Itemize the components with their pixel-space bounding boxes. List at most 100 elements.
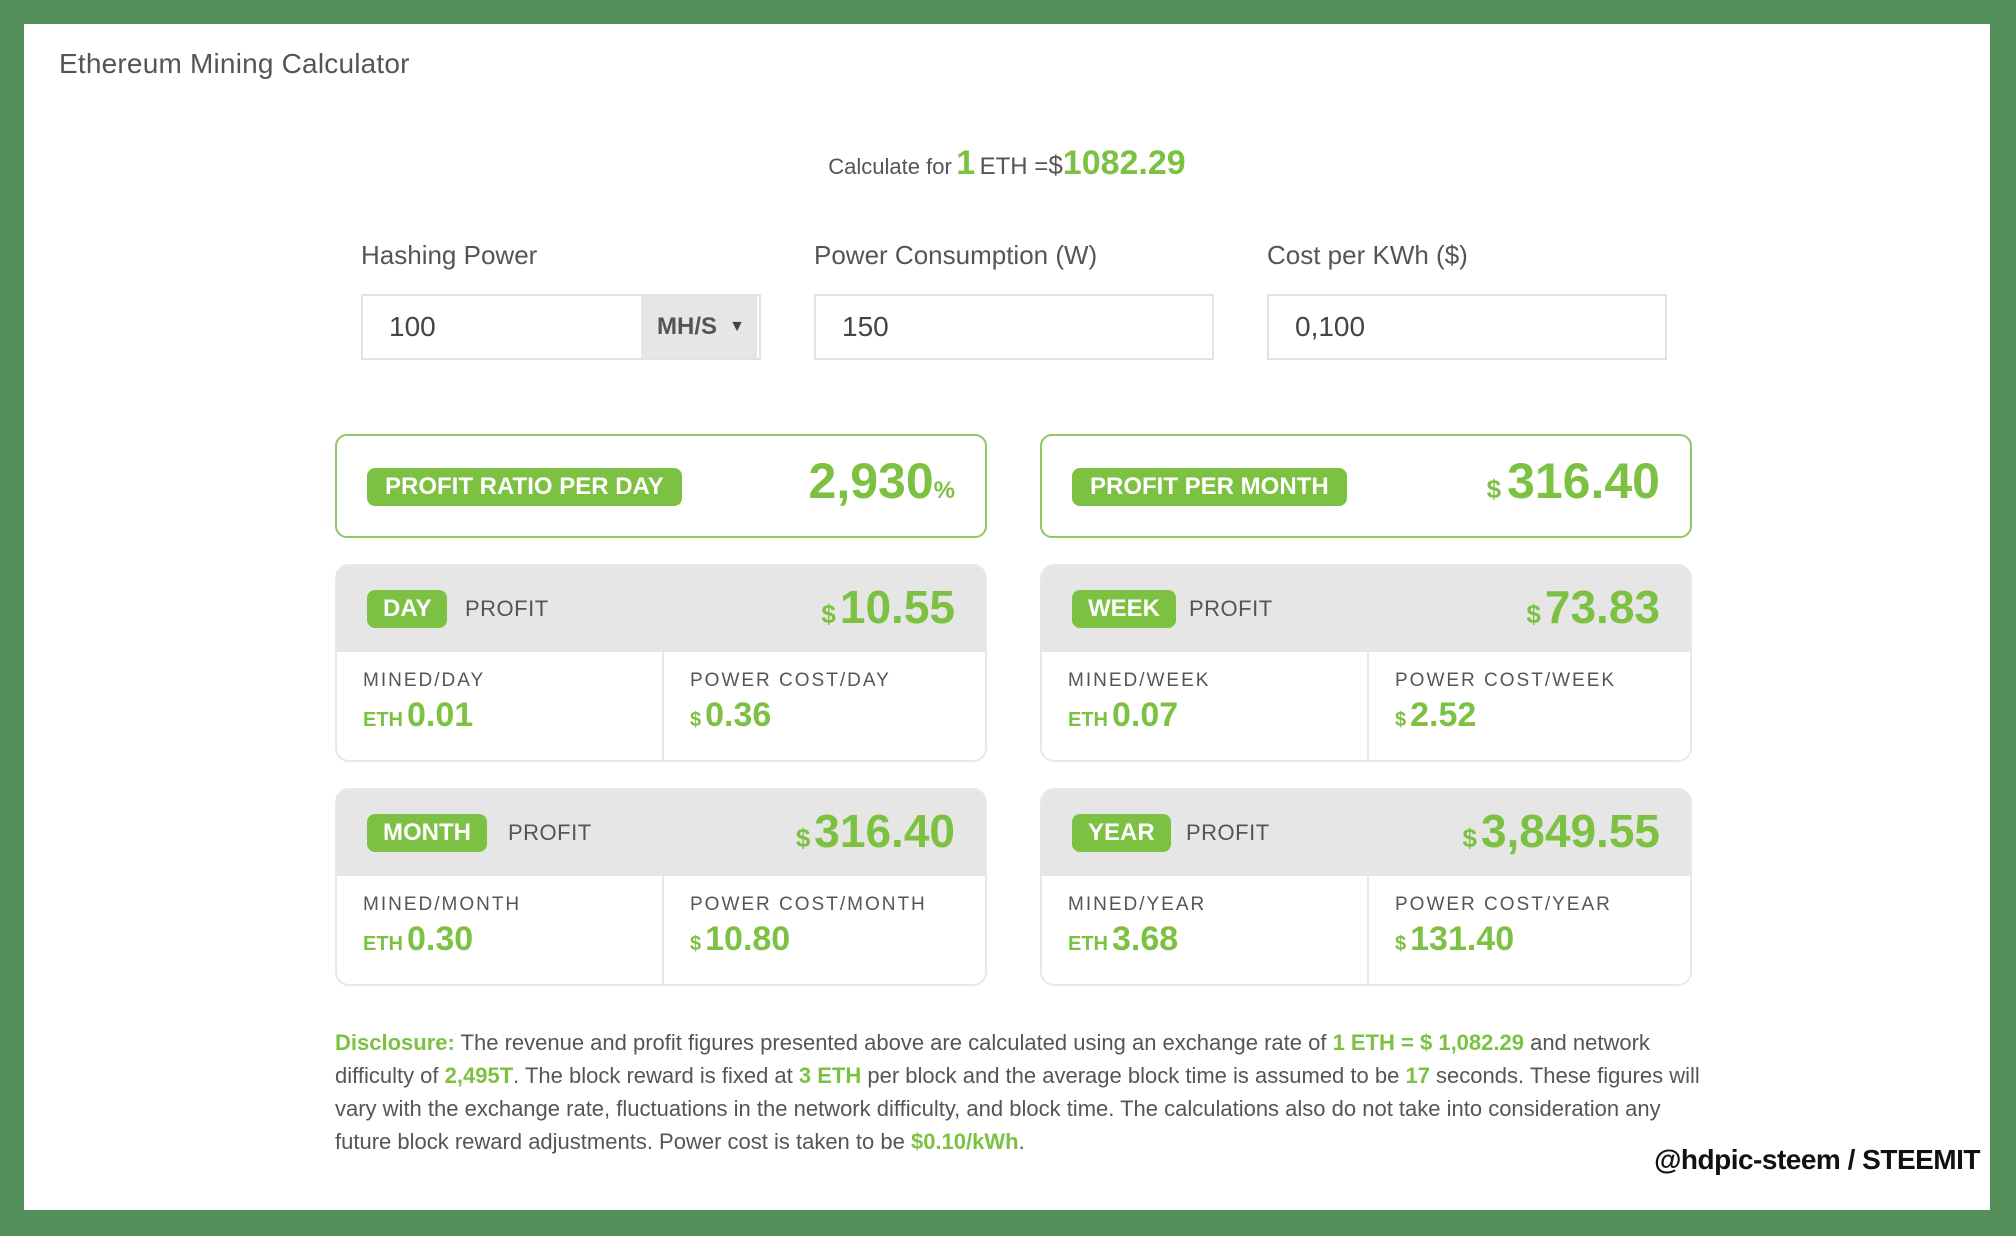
- app-title: Ethereum Mining Calculator: [59, 48, 410, 79]
- eth-unit: ETH: [363, 709, 403, 731]
- rate-coin: ETH =: [979, 153, 1049, 180]
- month-badge: MONTH: [367, 814, 487, 852]
- currency-symbol: $: [1395, 709, 1407, 731]
- week-cost-label: POWER COST/WEEK: [1395, 670, 1617, 691]
- year-cost-number: 131.40: [1410, 920, 1515, 958]
- eth-unit: ETH: [1068, 709, 1108, 731]
- disclosure-label: Disclosure:: [335, 1030, 455, 1055]
- eth-unit: ETH: [363, 933, 403, 955]
- rate-prefix: Calculate for: [828, 154, 952, 179]
- rate-currency: $: [1048, 150, 1063, 180]
- month-cost-value: $10.80: [690, 920, 790, 959]
- watermark: @hdpic-steem / STEEMIT: [1654, 1144, 1980, 1175]
- week-cost-value: $2.52: [1395, 696, 1476, 735]
- day-cost-number: 0.36: [705, 696, 772, 734]
- hashing-power-label: Hashing Power: [361, 240, 538, 270]
- cost-per-kwh-input[interactable]: 0,100: [1267, 294, 1667, 360]
- profit-month-badge: PROFIT PER MONTH: [1072, 468, 1347, 506]
- day-card-header: DAY PROFIT $10.55: [337, 566, 985, 652]
- disclosure-power-cost: $0.10/kWh: [910, 1129, 1019, 1154]
- currency-symbol: $: [821, 599, 836, 629]
- disclosure-text: Disclosure: The revenue and profit figur…: [335, 1026, 1715, 1158]
- week-profit-value: $73.83: [1526, 580, 1660, 634]
- profit-month-card: PROFIT PER MONTH $316.40: [1040, 434, 1692, 538]
- currency-symbol: $: [1526, 599, 1541, 629]
- year-mined-label: MINED/YEAR: [1068, 894, 1207, 915]
- week-mined-cell: MINED/WEEK ETH 0.07: [1042, 652, 1368, 760]
- year-cost-label: POWER COST/YEAR: [1395, 894, 1612, 915]
- week-profit-number: 73.83: [1544, 581, 1660, 633]
- year-cost-cell: POWER COST/YEAR $131.40: [1367, 876, 1690, 984]
- eth-unit: ETH: [1068, 933, 1108, 955]
- day-mined-number: 0.01: [407, 696, 474, 734]
- month-mined-label: MINED/MONTH: [363, 894, 522, 915]
- month-mined-cell: MINED/MONTH ETH 0.30: [337, 876, 663, 984]
- day-card: DAY PROFIT $10.55 MINED/DAY ETH 0.01 POWE…: [335, 564, 987, 762]
- rate-price: 1082.29: [1062, 144, 1186, 182]
- disclosure-part: per block and the average block time is …: [861, 1063, 1406, 1088]
- year-cost-value: $131.40: [1395, 920, 1514, 959]
- day-mined-value: ETH 0.01: [363, 696, 473, 735]
- month-profit-number: 316.40: [814, 805, 955, 857]
- hashing-unit-select[interactable]: MH/S ▼: [641, 296, 757, 358]
- day-badge: DAY: [367, 590, 448, 628]
- profit-ratio-card: PROFIT RATIO PER DAY 2,930%: [335, 434, 987, 538]
- week-badge: WEEK: [1072, 590, 1176, 628]
- profit-month-value: $316.40: [1487, 452, 1660, 510]
- cost-per-kwh-label: Cost per KWh ($): [1267, 240, 1468, 270]
- week-cost-cell: POWER COST/WEEK $2.52: [1367, 652, 1690, 760]
- hashing-unit-value: MH/S: [657, 313, 717, 340]
- week-mined-value: ETH 0.07: [1068, 696, 1178, 735]
- currency-symbol: $: [1486, 474, 1502, 504]
- month-card: MONTH PROFIT $316.40 MINED/MONTH ETH 0.30…: [335, 788, 987, 986]
- week-mined-number: 0.07: [1112, 696, 1179, 734]
- power-consumption-input[interactable]: 150: [814, 294, 1214, 360]
- month-cost-label: POWER COST/MONTH: [690, 894, 927, 915]
- day-profit-label: PROFIT: [465, 596, 549, 621]
- year-profit-number: 3,849.55: [1480, 805, 1660, 857]
- currency-symbol: $: [795, 823, 811, 853]
- day-cost-value: $0.36: [690, 696, 771, 735]
- exchange-rate-line: Calculate for 1 ETH =$1082.29: [24, 144, 1990, 183]
- profit-ratio-badge: PROFIT RATIO PER DAY: [367, 468, 682, 506]
- week-cost-number: 2.52: [1410, 696, 1477, 734]
- month-cost-cell: POWER COST/MONTH $10.80: [662, 876, 985, 984]
- month-mined-number: 0.30: [407, 920, 474, 958]
- disclosure-part: . The block reward is fixed at: [513, 1063, 799, 1088]
- week-card-header: WEEK PROFIT $73.83: [1042, 566, 1690, 652]
- disclosure-block-time: 17: [1405, 1063, 1430, 1088]
- year-mined-cell: MINED/YEAR ETH 3.68: [1042, 876, 1368, 984]
- day-cost-cell: POWER COST/DAY $0.36: [662, 652, 985, 760]
- profit-ratio-value: 2,930%: [809, 452, 955, 510]
- week-profit-label: PROFIT: [1189, 596, 1273, 621]
- chevron-down-icon: ▼: [729, 318, 745, 335]
- year-badge: YEAR: [1072, 814, 1171, 852]
- disclosure-exchange-rate: 1 ETH = $ 1,082.29: [1332, 1030, 1524, 1055]
- disclosure-part: .: [1018, 1129, 1025, 1154]
- year-card-header: YEAR PROFIT $3,849.55: [1042, 790, 1690, 876]
- percent-unit: %: [933, 477, 955, 504]
- year-mined-value: ETH 3.68: [1068, 920, 1178, 959]
- year-profit-label: PROFIT: [1186, 820, 1270, 845]
- month-profit-value: $316.40: [796, 804, 955, 858]
- currency-symbol: $: [1462, 823, 1477, 853]
- month-cost-number: 10.80: [705, 920, 791, 958]
- profit-month-number: 316.40: [1507, 453, 1660, 509]
- currency-symbol: $: [690, 933, 702, 955]
- currency-symbol: $: [690, 709, 702, 731]
- disclosure-block-reward: 3 ETH: [798, 1063, 862, 1088]
- power-consumption-label: Power Consumption (W): [814, 240, 1098, 270]
- week-card: WEEK PROFIT $73.83 MINED/WEEK ETH 0.07 PO…: [1040, 564, 1692, 762]
- disclosure-part: The revenue and profit figures presented…: [454, 1030, 1333, 1055]
- day-mined-label: MINED/DAY: [363, 670, 486, 691]
- year-mined-number: 3.68: [1112, 920, 1179, 958]
- year-card: YEAR PROFIT $3,849.55 MINED/YEAR ETH 3.68…: [1040, 788, 1692, 986]
- currency-symbol: $: [1395, 933, 1407, 955]
- rate-amount: 1: [956, 144, 976, 182]
- month-card-header: MONTH PROFIT $316.40: [337, 790, 985, 876]
- day-cost-label: POWER COST/DAY: [690, 670, 891, 691]
- day-mined-cell: MINED/DAY ETH 0.01: [337, 652, 663, 760]
- calculator-panel: Ethereum Mining Calculator Calculate for…: [24, 24, 1990, 1210]
- month-profit-label: PROFIT: [508, 820, 592, 845]
- week-mined-label: MINED/WEEK: [1068, 670, 1211, 691]
